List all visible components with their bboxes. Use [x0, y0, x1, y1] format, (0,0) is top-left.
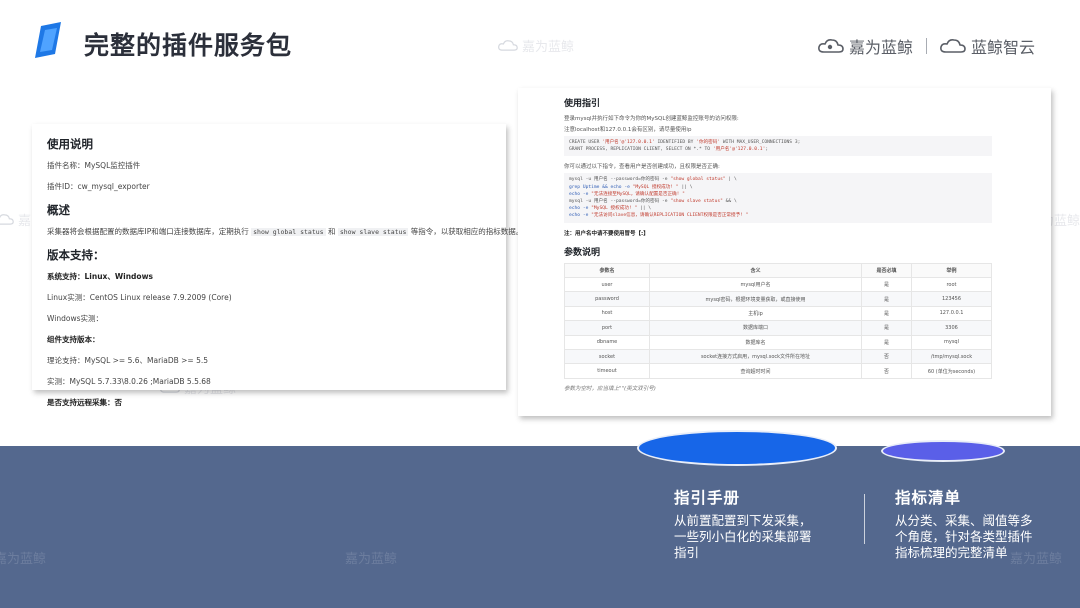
- cloud-icon: [818, 39, 844, 53]
- brand-secondary: 蓝鲸智云: [940, 34, 1035, 58]
- table-row: dbname 数据库名是 mysql: [564, 334, 992, 350]
- brand-divider: [926, 38, 927, 54]
- manual-description: 从前置配置到下发采集， 一些列小白化的采集部署 指引: [674, 513, 812, 560]
- system-support: 系统支持：Linux、Windows: [47, 272, 153, 281]
- guide-doc-card: 使用指引 登录mysql并执行如下命令为你的MySQL创建蓝鲸监控账号的访问权限…: [518, 88, 1051, 416]
- overview-text: 采集器将会根据配置的数据库IP和端口连接数据库，定期执行 show global…: [47, 227, 524, 236]
- highlight-ellipse-primary: [637, 430, 837, 466]
- page-title: 完整的插件服务包: [84, 31, 293, 60]
- remote-support: 是否支持远程采集：否: [47, 398, 122, 407]
- shell-code-block: mysql -u 用户名 --password=你的密码 -e "show gl…: [564, 173, 992, 223]
- overview-heading: 概述: [47, 203, 70, 217]
- table-row: password mysql密码，根据环境变量获取，或直接使用是 123456: [564, 291, 992, 307]
- brand-secondary-label: 蓝鲸智云: [971, 38, 1036, 57]
- brand-primary: 嘉为蓝鲸: [818, 34, 913, 58]
- verify-line: 你可以通过以下指令，查看用户是否创建成功，且权限是否正确:: [564, 164, 720, 171]
- table-row: port 数据库端口是 3306: [564, 320, 992, 336]
- version-heading: 版本支持：: [47, 248, 105, 262]
- table-row: socket socket连接方式启用，mysql.sock文件所在地址否/tmp…: [564, 348, 992, 365]
- cloud-icon: [498, 40, 518, 51]
- params-heading: 参数说明: [564, 247, 601, 258]
- intro-line: 注意localhost和127.0.0.1会有区别，请尽量使用ip: [564, 127, 692, 133]
- plugin-doc-card: 使用说明 插件名称：MySQL监控插件 插件ID：cw_mysql_export…: [32, 124, 524, 407]
- column-header: 举例: [911, 262, 992, 279]
- intro-line: 登录mysql并执行如下命令为你的MySQL创建蓝鲸监控账号的访问权限:: [564, 116, 739, 122]
- plugin-id: 插件ID：cw_mysql_exporter: [47, 182, 150, 191]
- tested-versions: 实测：MySQL 5.7.33\8.0.26 ;MariaDB 5.5.68: [47, 377, 211, 386]
- theory-support: 理论支持：MySQL >= 5.6、MariaDB >= 5.5: [47, 356, 209, 365]
- params-table: 参数名 含义 是否必填 举例 user mysql用户名是 root passwor…: [564, 262, 992, 379]
- metrics-description: 从分类、采集、阈值等多 个角度，针对各类型插件 指标梳理的完整清单: [895, 513, 1033, 560]
- cloud-icon: [940, 39, 966, 53]
- plugin-name: 插件名称：MySQL监控插件: [47, 161, 141, 170]
- highlight-ellipse-secondary: [881, 440, 1005, 462]
- column-header: 是否必填: [861, 262, 912, 279]
- watermark: 嘉为蓝鲸: [498, 36, 574, 55]
- table-header-row: 参数名 含义 是否必填 举例: [564, 262, 992, 279]
- guide-heading: 使用指引: [564, 99, 601, 109]
- sql-code-block: CREATE USER '用户名'@'127.0.0.1' IDENTIFIED…: [564, 136, 992, 157]
- linux-tested: Linux实测：CentOS Linux release 7.9.2009 (C…: [47, 293, 232, 302]
- manual-title: 指引手册: [674, 488, 741, 507]
- cloud-icon: [0, 214, 14, 225]
- caption-divider: [864, 494, 865, 544]
- component-heading: 组件支持版本：: [47, 335, 100, 344]
- username-note: 注：用户名中请不要使用冒号【:】: [564, 230, 649, 237]
- logo-icon: [35, 22, 61, 58]
- column-header: 含义: [649, 262, 862, 279]
- brand-primary-label: 嘉为蓝鲸: [849, 38, 914, 57]
- table-row: timeout 查询超时时间否 60 (单位为seconds): [564, 363, 992, 379]
- metrics-title: 指标清单: [895, 488, 962, 507]
- windows-tested: Windows实测：: [47, 314, 103, 323]
- table-row: user mysql用户名是 root: [564, 277, 992, 293]
- usage-heading: 使用说明: [47, 137, 93, 151]
- table-row: host 主机ip 是 127.0.0.1: [564, 305, 992, 322]
- params-footnote: 参数为空时，应当填上""(英文双引号): [564, 385, 656, 392]
- column-header: 参数名: [564, 262, 650, 279]
